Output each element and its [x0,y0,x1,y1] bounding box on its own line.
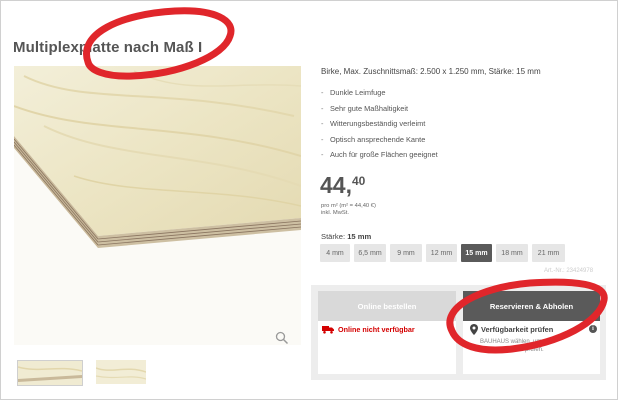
price: 44,40 [320,172,365,198]
online-status-text: Online nicht verfügbar [338,325,415,334]
unit-price-text: pro m² (m² = 44,40 €) [321,203,376,209]
thickness-selected-value: 15 mm [347,232,372,241]
dash: - [321,134,324,144]
thickness-option-6-5mm[interactable]: 6,5 mm [354,244,386,262]
article-number: Art.-Nr.: 23424978 [544,268,594,274]
thickness-options: 4 mm 6,5 mm 9 mm 12 mm 15 mm 18 mm 21 mm [320,244,565,262]
dash: - [321,119,324,129]
magnifier-icon[interactable] [275,331,289,345]
thickness-option-21mm[interactable]: 21 mm [532,244,565,262]
thickness-label: Stärke: 15 mm [321,232,371,241]
feature-text: Witterungsbeständig verleimt [330,119,426,129]
dash: - [321,103,324,113]
online-status: Online nicht verfügbar [322,325,415,334]
thickness-option-9mm[interactable]: 9 mm [390,244,422,262]
price-cents: 40 [351,174,366,188]
availability-check-text: Verfügbarkeit prüfen [481,325,554,334]
info-icon[interactable]: i [589,325,597,333]
feature-item: - Optisch ansprechende Kante [321,135,438,151]
thickness-option-18mm[interactable]: 18 mm [496,244,528,262]
feature-item: - Dunkle Leimfuge [321,88,438,104]
dash: - [321,150,324,160]
feature-text: Auch für große Flächen geeignet [330,150,438,160]
price-integer: 44, [320,172,352,198]
product-title: Multiplexplatte nach Maß I [13,39,203,56]
truck-icon [322,326,334,334]
location-pin-icon [470,324,478,335]
thumbnail-2-image [96,360,146,384]
unit-price: pro m² (m² = 44,40 €) inkl. MwSt. [321,203,376,217]
thumbnail-2[interactable] [96,360,146,384]
feature-item: - Sehr gute Maßhaltigkeit [321,104,438,120]
dash: - [321,88,324,97]
product-subtitle: Birke, Max. Zuschnittsmaß: 2.500 x 1.250… [321,67,541,76]
thickness-option-12mm[interactable]: 12 mm [426,244,457,262]
thumbnail-1-image [18,361,82,385]
product-image[interactable] [14,66,301,345]
feature-text: Optisch ansprechende Kante [330,134,426,144]
feature-item: - Auch für große Flächen geeignet [321,150,438,166]
thickness-label-text: Stärke: [321,232,346,241]
plywood-illustration [14,66,301,345]
availability-hint: BAUHAUS wählen, um die Verfügbarkeit zu … [480,339,552,353]
feature-list: - Dunkle Leimfuge - Sehr gute Maßhaltigkei… [321,88,438,166]
feature-text: Dunkle Leimfuge [330,88,386,97]
thickness-option-15mm[interactable]: 15 mm [461,244,492,262]
availability-check-link[interactable]: Verfügbarkeit prüfen [470,324,553,335]
feature-item: - Witterungsbeständig verleimt [321,119,438,135]
online-order-button[interactable]: Online bestellen [318,291,456,321]
feature-text: Sehr gute Maßhaltigkeit [330,103,409,113]
vat-note: inkl. MwSt. [321,210,350,216]
thickness-option-4mm[interactable]: 4 mm [320,244,350,262]
thumbnail-1[interactable] [17,360,83,386]
reserve-pickup-button[interactable]: Reservieren & Abholen [463,291,600,321]
